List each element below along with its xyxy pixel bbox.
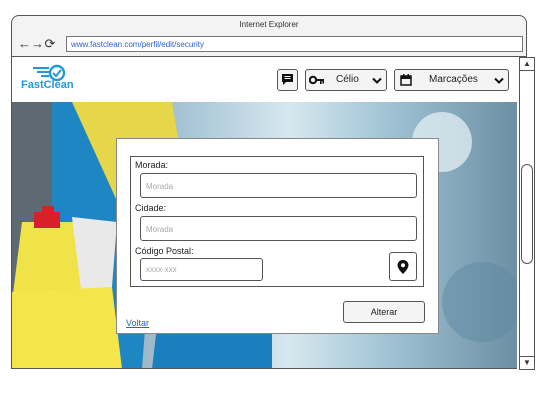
postal-code-input[interactable]: xxxx-xxx [140, 258, 263, 281]
address-form-panel: Morada: Morada Cidade: Morada Código Pos… [116, 138, 439, 334]
postal-code-label: Código Postal: [135, 246, 194, 256]
browser-window-titlebar: Internet Explorer ←→⟳ www.fastclean.com/… [11, 15, 527, 57]
logo-text: FastClean [21, 79, 74, 91]
chat-icon [282, 74, 293, 85]
address-fieldset: Morada: Morada Cidade: Morada Código Pos… [130, 156, 424, 287]
scroll-down-arrow-icon[interactable]: ▼ [520, 356, 534, 369]
window-title: Internet Explorer [239, 20, 299, 29]
scroll-up-arrow-icon[interactable]: ▲ [520, 58, 534, 71]
reload-button[interactable]: ⟳ [44, 36, 57, 52]
page-viewport: FastClean Célio Marcações Morada: Morada… [11, 57, 517, 369]
address-bar[interactable]: www.fastclean.com/perfil/edit/security [66, 36, 523, 52]
bookings-label: Marcações [429, 74, 478, 85]
messages-button[interactable] [277, 69, 298, 91]
forward-button[interactable]: → [31, 36, 44, 51]
map-pin-icon [397, 260, 409, 274]
address-input[interactable]: Morada [140, 173, 417, 198]
back-button[interactable]: ← [18, 36, 31, 51]
submit-button[interactable]: Alterar [343, 301, 425, 323]
address-label: Morada: [135, 160, 169, 170]
city-label: Cidade: [135, 203, 167, 213]
chevron-down-icon [372, 77, 382, 84]
city-input[interactable]: Morada [140, 216, 417, 241]
bookings-menu-button[interactable]: Marcações [394, 69, 509, 91]
scroll-thumb[interactable] [521, 164, 533, 264]
key-icon [309, 75, 324, 85]
chevron-down-icon [494, 77, 504, 84]
back-link[interactable]: Voltar [126, 318, 149, 328]
user-menu-button[interactable]: Célio [305, 69, 387, 91]
user-name-label: Célio [336, 74, 359, 85]
vertical-scrollbar[interactable]: ▲ ▼ [519, 57, 535, 370]
calendar-icon [400, 74, 412, 86]
locate-button[interactable] [389, 252, 417, 281]
nav-buttons: ←→⟳ [18, 36, 57, 52]
